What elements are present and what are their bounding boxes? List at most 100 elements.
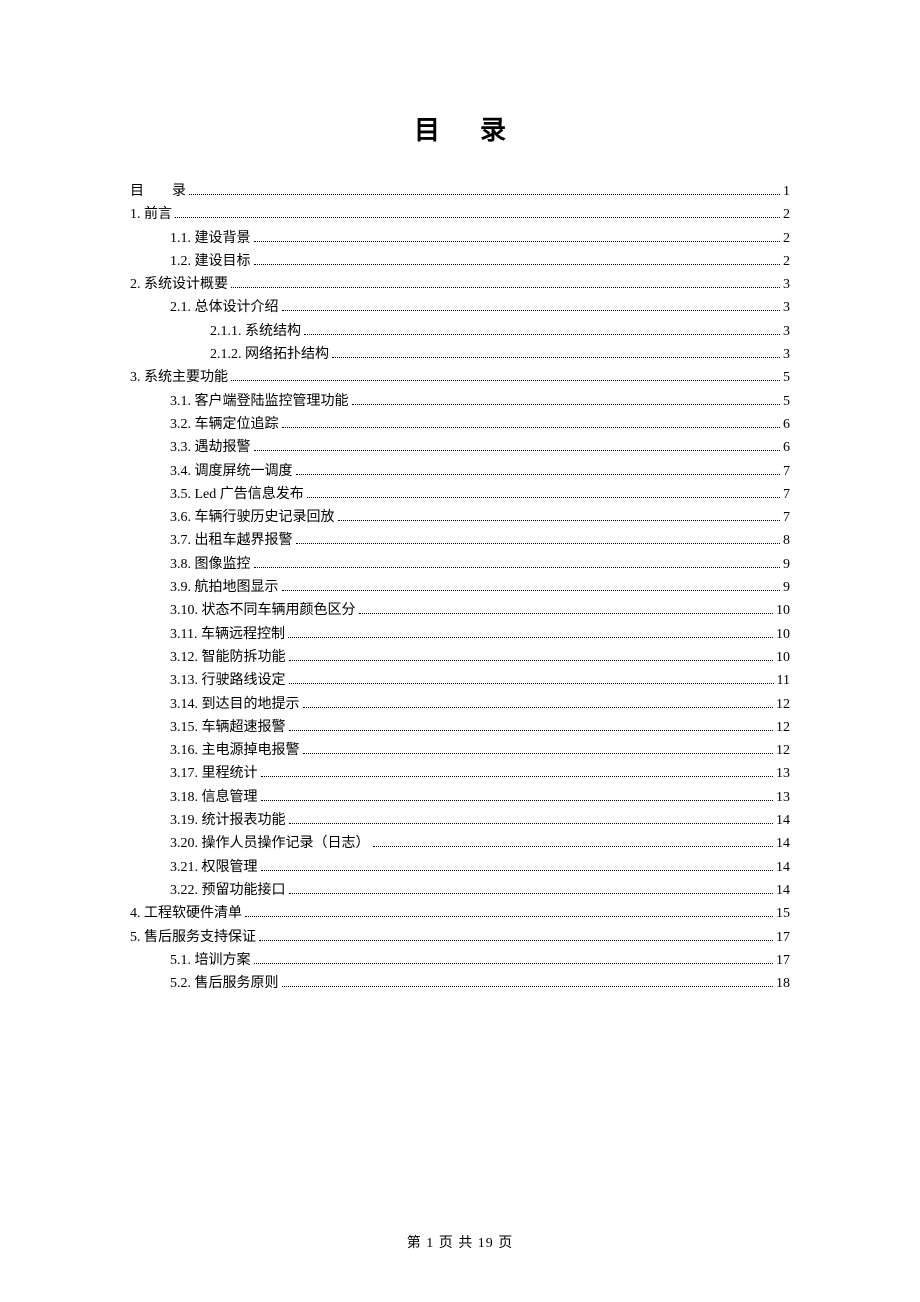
toc-entry-label: 3.16. 主电源掉电报警 [170, 744, 300, 758]
toc-entry[interactable]: 2. 系统设计概要 3 [130, 278, 790, 292]
toc-entry[interactable]: 3.13. 行驶路线设定11 [130, 674, 790, 688]
toc-entry[interactable]: 3.17. 里程统计13 [130, 767, 790, 781]
toc-entry[interactable]: 3.5. Led 广告信息发布7 [130, 488, 790, 502]
toc-entry[interactable]: 4. 工程软硬件清单15 [130, 907, 790, 921]
toc-leader-dots [282, 310, 781, 311]
toc-entry[interactable]: 3.19. 统计报表功能 14 [130, 814, 790, 828]
toc-leader-dots [288, 637, 773, 638]
toc-entry-page: 12 [776, 721, 790, 735]
toc-entry[interactable]: 3.4. 调度屏统一调度7 [130, 465, 790, 479]
toc-entry[interactable]: 5.2. 售后服务原则18 [130, 977, 790, 991]
toc-entry-page: 2 [783, 208, 790, 222]
toc-leader-dots [261, 870, 774, 871]
toc-entry-page: 3 [783, 348, 790, 362]
toc-entry[interactable]: 3. 系统主要功能 5 [130, 371, 790, 385]
toc-entry[interactable]: 3.15. 车辆超速报警12 [130, 721, 790, 735]
toc-entry-page: 7 [783, 488, 790, 502]
toc-entry-page: 3 [783, 278, 790, 292]
toc-entry-label: 3.18. 信息管理 [170, 791, 258, 805]
toc-leader-dots [189, 194, 780, 195]
toc-leader-dots [296, 474, 781, 475]
toc-entry-page: 15 [776, 907, 790, 921]
toc-entry[interactable]: 2.1.2. 网络拓扑结构3 [130, 348, 790, 362]
toc-leader-dots [282, 986, 774, 987]
toc-entry-label: 3.21. 权限管理 [170, 861, 258, 875]
toc-title: 目录 [130, 110, 790, 147]
toc-entry-page: 18 [776, 977, 790, 991]
toc-entry-label: 1.1. 建设背景 [170, 232, 251, 246]
toc-entry-page: 14 [776, 814, 790, 828]
toc-entry[interactable]: 3.14. 到达目的地提示12 [130, 698, 790, 712]
toc-entry-label: 3.8. 图像监控 [170, 558, 251, 572]
toc-entry-page: 3 [783, 301, 790, 315]
toc-entry[interactable]: 3.18. 信息管理 13 [130, 791, 790, 805]
toc-entry[interactable]: 5.1. 培训方案17 [130, 954, 790, 968]
toc-entry-label: 1.2. 建设目标 [170, 255, 251, 269]
toc-entry[interactable]: 3.3. 遇劫报警6 [130, 441, 790, 455]
toc-entry[interactable]: 5. 售后服务支持保证17 [130, 931, 790, 945]
toc-entry[interactable]: 3.7. 出租车越界报警 8 [130, 534, 790, 548]
toc-entry-label: 3.1. 客户端登陆监控管理功能 [170, 395, 349, 409]
toc-entry-page: 13 [776, 791, 790, 805]
toc-entry[interactable]: 3.9. 航拍地图显示9 [130, 581, 790, 595]
toc-entry-page: 10 [776, 604, 790, 618]
toc-leader-dots [231, 380, 780, 381]
toc-entry-label: 5.1. 培训方案 [170, 954, 251, 968]
toc-leader-dots [289, 823, 774, 824]
toc-entry[interactable]: 3.2. 车辆定位追踪 6 [130, 418, 790, 432]
toc-entry[interactable]: 3.21. 权限管理 14 [130, 861, 790, 875]
toc-entry[interactable]: 3.16. 主电源掉电报警 12 [130, 744, 790, 758]
toc-entry-page: 8 [783, 534, 790, 548]
toc-entry-label: 3.19. 统计报表功能 [170, 814, 286, 828]
toc-entry-label: 3.13. 行驶路线设定 [170, 674, 286, 688]
toc-entry-page: 6 [783, 418, 790, 432]
toc-entry-label: 2.1.1. 系统结构 [210, 325, 301, 339]
toc-entry[interactable]: 3.11. 车辆远程控制10 [130, 628, 790, 642]
page-footer: 第 1 页 共 19 页 [0, 1232, 920, 1252]
toc-entry[interactable]: 3.1. 客户端登陆监控管理功能 5 [130, 395, 790, 409]
toc-entry-page: 14 [776, 861, 790, 875]
table-of-contents: 目 录11. 前言21.1. 建设背景21.2. 建设目标22. 系统设计概要3… [130, 185, 790, 991]
toc-leader-dots [254, 264, 781, 265]
toc-entry-label: 2. 系统设计概要 [130, 278, 228, 292]
toc-entry-page: 13 [776, 767, 790, 781]
toc-leader-dots [304, 334, 780, 335]
toc-leader-dots [254, 567, 781, 568]
toc-leader-dots [254, 241, 781, 242]
toc-entry-label: 3.2. 车辆定位追踪 [170, 418, 279, 432]
toc-entry[interactable]: 3.10. 状态不同车辆用颜色区分 10 [130, 604, 790, 618]
toc-leader-dots [289, 660, 774, 661]
toc-entry-page: 17 [776, 931, 790, 945]
toc-entry-label: 3.11. 车辆远程控制 [170, 628, 285, 642]
toc-entry[interactable]: 1.2. 建设目标2 [130, 255, 790, 269]
toc-entry[interactable]: 3.20. 操作人员操作记录（日志）14 [130, 837, 790, 851]
toc-entry[interactable]: 3.8. 图像监控 9 [130, 558, 790, 572]
toc-entry-page: 9 [783, 558, 790, 572]
toc-entry[interactable]: 1. 前言2 [130, 208, 790, 222]
toc-entry[interactable]: 目 录1 [130, 185, 790, 199]
toc-leader-dots [303, 753, 774, 754]
toc-entry-label: 3.12. 智能防拆功能 [170, 651, 286, 665]
toc-entry[interactable]: 1.1. 建设背景2 [130, 232, 790, 246]
toc-leader-dots [261, 776, 774, 777]
toc-entry-page: 7 [783, 511, 790, 525]
toc-entry-page: 14 [776, 837, 790, 851]
toc-entry-label: 3.10. 状态不同车辆用颜色区分 [170, 604, 356, 618]
toc-leader-dots [359, 613, 774, 614]
toc-entry[interactable]: 2.1.1. 系统结构3 [130, 325, 790, 339]
toc-entry-page: 12 [776, 744, 790, 758]
toc-entry[interactable]: 3.12. 智能防拆功能10 [130, 651, 790, 665]
toc-entry-page: 5 [783, 371, 790, 385]
toc-leader-dots [303, 707, 774, 708]
toc-entry[interactable]: 3.6. 车辆行驶历史记录回放7 [130, 511, 790, 525]
toc-entry-label: 3.7. 出租车越界报警 [170, 534, 293, 548]
toc-entry-page: 5 [783, 395, 790, 409]
toc-entry[interactable]: 3.22. 预留功能接口14 [130, 884, 790, 898]
toc-entry-label: 3.3. 遇劫报警 [170, 441, 251, 455]
document-page: 目录 目 录11. 前言21.1. 建设背景21.2. 建设目标22. 系统设计… [0, 0, 920, 991]
toc-leader-dots [231, 287, 780, 288]
toc-entry-label: 3. 系统主要功能 [130, 371, 228, 385]
toc-leader-dots [289, 683, 774, 684]
toc-entry[interactable]: 2.1. 总体设计介绍3 [130, 301, 790, 315]
toc-leader-dots [254, 963, 774, 964]
